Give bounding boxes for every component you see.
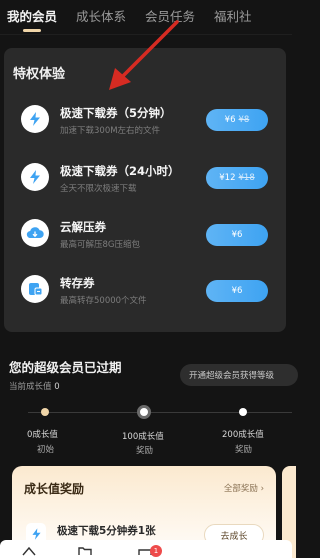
privilege-name: 极速下载券（24小时）	[60, 164, 180, 178]
privilege-item-cloud-unzip[interactable]: 云解压券 最高可解压8G压缩包 ¥6	[4, 210, 286, 268]
open-super-member-button[interactable]: 开通超级会员获得等级	[180, 364, 298, 386]
level-value-label: 100成长值	[122, 432, 164, 442]
price-current: ¥12	[219, 173, 236, 183]
price-current: ¥6	[231, 230, 243, 240]
price-original: ¥8	[238, 115, 250, 125]
lightning-icon	[21, 105, 49, 133]
growth-value: 0	[54, 382, 60, 392]
level-name-label: 初始	[37, 445, 55, 455]
growth-reward-title: 成长值奖励	[24, 482, 85, 496]
buy-price-button[interactable]: ¥12 ¥18	[206, 167, 268, 189]
transfer-save-icon	[21, 275, 49, 303]
tab-welfare[interactable]: 福利社	[214, 6, 252, 25]
tab-my-membership[interactable]: 我的会员	[7, 6, 57, 32]
level-node-current	[41, 408, 49, 416]
level-name-label: 奖励	[136, 446, 154, 456]
privilege-name: 云解压券	[60, 220, 106, 234]
price-current: ¥6	[224, 115, 236, 125]
folder-icon[interactable]	[78, 546, 92, 556]
membership-expired-title: 您的超级会员已过期	[9, 360, 122, 375]
privilege-section-title: 特权体验	[13, 67, 66, 82]
privilege-name: 转存券	[60, 276, 95, 290]
privilege-item-fast-download-24h[interactable]: 极速下载券（24小时） 全天不限次极速下载 ¥12 ¥18	[4, 152, 286, 210]
privilege-item-transfer-save[interactable]: 转存券 最高转存50000个文件 ¥6	[4, 266, 286, 324]
privilege-desc: 全天不限次极速下载	[60, 184, 137, 194]
level-name-label: 奖励	[235, 445, 253, 455]
buy-price-button[interactable]: ¥6	[206, 224, 268, 246]
price-original: ¥18	[238, 173, 255, 183]
notification-badge: 1	[150, 545, 162, 557]
home-icon[interactable]	[22, 546, 36, 556]
level-value-label: 200成长值	[222, 430, 264, 440]
privilege-desc: 加速下载300M左右的文件	[60, 126, 161, 136]
growth-label: 当前成长值	[9, 382, 52, 392]
level-value-label: 0成长值	[27, 430, 58, 440]
current-growth-value: 当前成长值 0	[9, 380, 60, 392]
privilege-desc: 最高转存50000个文件	[60, 296, 147, 306]
cloud-download-icon	[21, 219, 49, 247]
level-node	[137, 405, 151, 419]
annotation-arrow-icon	[109, 20, 179, 90]
buy-price-button[interactable]: ¥6 ¥8	[206, 109, 268, 131]
privilege-desc: 最高可解压8G压缩包	[60, 240, 140, 250]
level-node	[239, 408, 247, 416]
buy-price-button[interactable]: ¥6	[206, 280, 268, 302]
lightning-icon	[21, 163, 49, 191]
level-progress-track	[28, 412, 292, 413]
bottom-nav-bar	[0, 540, 292, 558]
privilege-item-fast-download-5min[interactable]: 极速下载券（5分钟） 加速下载300M左右的文件 ¥6 ¥8	[4, 94, 286, 152]
price-current: ¥6	[231, 286, 243, 296]
reward-item-name: 极速下载5分钟券1张	[57, 525, 156, 537]
all-rewards-link[interactable]: 全部奖励 ›	[224, 482, 264, 494]
privilege-name: 极速下载券（5分钟）	[60, 106, 172, 120]
